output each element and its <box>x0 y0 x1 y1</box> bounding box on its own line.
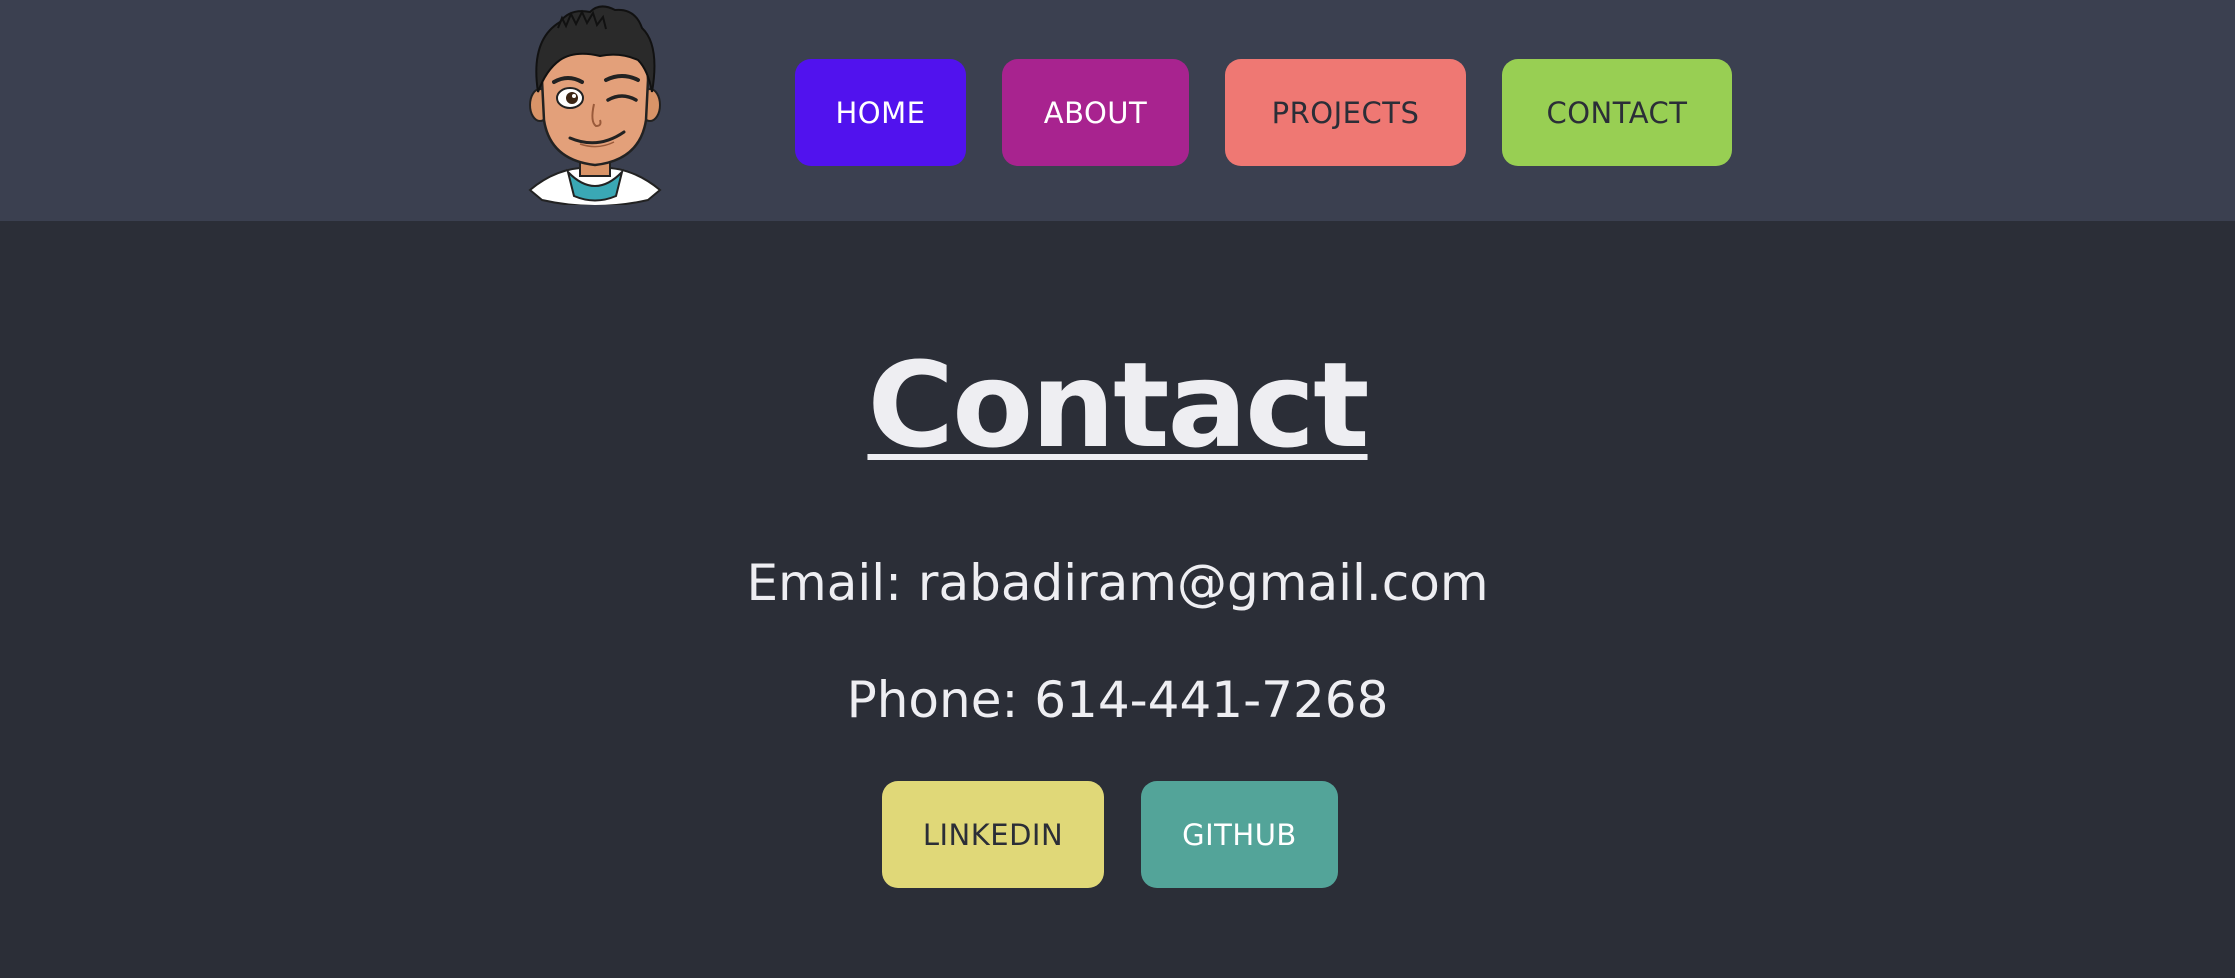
page-title: Contact <box>0 330 2235 480</box>
navbar: HOME ABOUT PROJECTS CONTACT <box>0 0 2235 221</box>
phone-text: Phone: 614-441-7268 <box>846 671 1389 729</box>
linkedin-button[interactable]: LINKEDIN <box>882 781 1104 888</box>
avatar-icon[interactable] <box>520 0 670 205</box>
nav-about-button[interactable]: ABOUT <box>1002 59 1189 166</box>
nav-contact-button[interactable]: CONTACT <box>1502 59 1732 166</box>
email-text: Email: rabadiram@gmail.com <box>746 554 1489 612</box>
page-title-text: Contact <box>867 336 1369 474</box>
nav-projects-button[interactable]: PROJECTS <box>1225 59 1466 166</box>
github-button[interactable]: GITHUB <box>1141 781 1338 888</box>
nav-home-button[interactable]: HOME <box>795 59 966 166</box>
